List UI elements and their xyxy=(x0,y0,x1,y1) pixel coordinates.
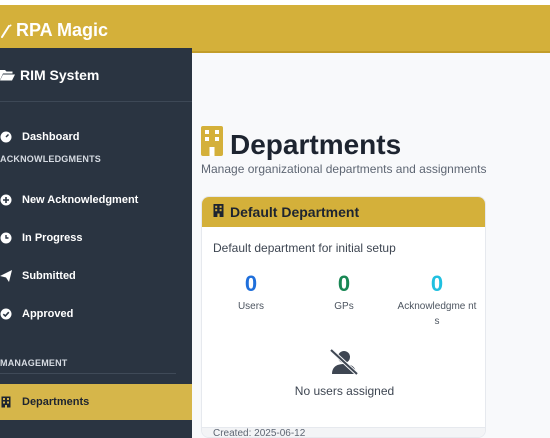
user-slash-icon xyxy=(329,348,359,380)
page-subtitle: Manage organizational departments and as… xyxy=(201,162,487,176)
card-header[interactable]: Default Department xyxy=(202,197,485,227)
sidebar-item-label: Submitted xyxy=(22,270,76,282)
page-title-text: Departments xyxy=(230,128,402,160)
stat-value: 0 xyxy=(430,271,444,296)
department-card: Default Department Default department fo… xyxy=(201,196,486,438)
sidebar-item-label: Approved xyxy=(22,308,74,320)
system-name: RIM System xyxy=(20,66,100,83)
magic-wand-icon xyxy=(0,23,12,38)
section-acknowledgments: ACKNOWLEDGMENTS xyxy=(0,154,101,164)
sidebar-divider xyxy=(0,373,176,374)
stat-gps: 0 GPs xyxy=(299,273,389,314)
page-title: Departments xyxy=(200,126,401,163)
top-navbar: RPA Magic xyxy=(0,5,550,53)
sidebar-item-approved[interactable]: Approved xyxy=(0,297,192,331)
sidebar: RIM System Dashboard ACKNOWLEDGMENTS New… xyxy=(0,48,192,438)
stat-label: Users xyxy=(237,301,265,312)
check-circle-icon xyxy=(0,308,12,320)
sidebar-item-label: Departments xyxy=(22,396,90,408)
brand[interactable]: RPA Magic xyxy=(0,20,108,41)
building-icon xyxy=(213,204,224,220)
card-description: Default department for initial setup xyxy=(213,241,396,255)
stat-acknowledgments: 0 Acknowledgme nts xyxy=(392,273,482,329)
sidebar-item-label: Dashboard xyxy=(22,131,80,143)
gauge-icon xyxy=(0,131,12,143)
section-management: MANAGEMENT xyxy=(0,358,68,368)
sidebar-item-new-acknowledgment[interactable]: New Acknowledgment xyxy=(0,183,192,217)
folder-open-icon xyxy=(0,69,15,81)
sidebar-item-dashboard[interactable]: Dashboard xyxy=(0,120,192,154)
sidebar-item-in-progress[interactable]: In Progress xyxy=(0,221,192,255)
sidebar-item-submitted[interactable]: Submitted xyxy=(0,259,192,293)
card-title: Default Department xyxy=(230,204,360,220)
brand-name: RPA Magic xyxy=(16,20,109,40)
system-header: RIM System xyxy=(0,48,192,102)
sidebar-item-departments[interactable]: Departments xyxy=(0,384,192,420)
clock-icon xyxy=(0,232,12,244)
sidebar-item-label: In Progress xyxy=(22,232,83,244)
stat-value: 0 xyxy=(337,271,351,296)
stat-users: 0 Users xyxy=(206,273,296,314)
card-footer: Created: 2025-06-12 xyxy=(202,427,485,437)
stat-label: Acknowledgme nts xyxy=(397,301,477,327)
empty-state-text: No users assigned xyxy=(294,384,395,398)
sidebar-item-label: New Acknowledgment xyxy=(22,194,139,206)
building-icon xyxy=(200,126,224,163)
paper-plane-icon xyxy=(0,270,12,282)
stat-value: 0 xyxy=(244,271,258,296)
building-icon xyxy=(0,396,12,408)
stat-label: GPs xyxy=(334,301,354,312)
plus-circle-icon xyxy=(0,194,12,206)
